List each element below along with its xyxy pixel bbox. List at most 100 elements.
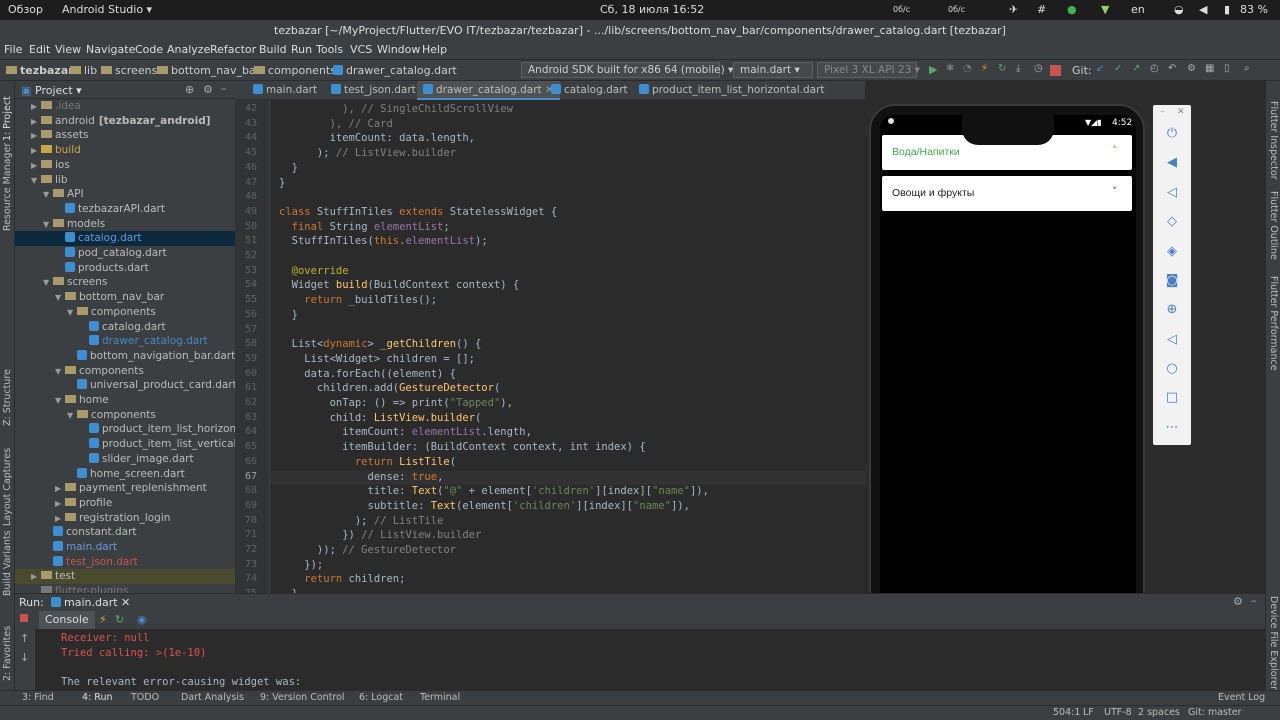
- minimize-icon[interactable]: –: [1160, 107, 1165, 117]
- tool-project[interactable]: 1: Project: [2, 96, 13, 141]
- rotate-right-icon[interactable]: ◈: [1165, 245, 1179, 259]
- avd-select[interactable]: Pixel 3 XL API 23 ▾: [817, 62, 920, 78]
- back-icon[interactable]: ◁: [1165, 333, 1179, 347]
- tool-event-log[interactable]: Event Log: [1218, 692, 1265, 703]
- stop-icon[interactable]: [1050, 65, 1061, 76]
- console-output[interactable]: Receiver: null Tried calling: >(1e-10) The…: [35, 629, 1265, 690]
- hot-restart-icon[interactable]: ↻: [115, 613, 124, 626]
- collapsed-arrow-icon[interactable]: ▶: [31, 570, 41, 584]
- tree-item[interactable]: ▶ ios: [15, 158, 235, 173]
- git-history-icon[interactable]: ◴: [1150, 63, 1161, 74]
- open-devtools-icon[interactable]: ◉: [137, 613, 147, 626]
- rotate-left-icon[interactable]: ◇: [1165, 215, 1179, 229]
- hot-reload-icon[interactable]: ⚡: [99, 613, 107, 626]
- breadcrumb-lib[interactable]: lib: [70, 64, 97, 77]
- tool-device-file-explorer[interactable]: Device File Explorer: [1268, 596, 1279, 690]
- attach-icon[interactable]: ⤓: [1016, 63, 1027, 74]
- hide-panel-icon[interactable]: –: [221, 82, 227, 95]
- wifi-icon[interactable]: ◒: [1174, 3, 1184, 16]
- tree-item[interactable]: drawer_catalog.dart: [15, 334, 235, 349]
- scroll-up-icon[interactable]: ↑: [20, 632, 29, 645]
- expanded-arrow-icon[interactable]: ▼: [67, 409, 77, 423]
- collapsed-arrow-icon[interactable]: ▶: [55, 512, 65, 526]
- menu-view[interactable]: View: [55, 43, 81, 56]
- tree-item[interactable]: bottom_navigation_bar.dart: [15, 349, 235, 364]
- locate-file-icon[interactable]: ⊕: [185, 83, 194, 96]
- device-config-select[interactable]: Android SDK built for x86 64 (mobile) ▾: [521, 62, 733, 78]
- app-menu[interactable]: Android Studio ▾: [62, 3, 152, 16]
- collapsed-arrow-icon[interactable]: ▶: [31, 100, 41, 114]
- volume-down-icon[interactable]: ◁: [1165, 186, 1179, 200]
- tree-item[interactable]: catalog.dart: [15, 320, 235, 335]
- collapsed-arrow-icon[interactable]: ▶: [31, 129, 41, 143]
- stop-run-icon[interactable]: [20, 614, 28, 622]
- expanded-arrow-icon[interactable]: ▼: [43, 276, 53, 290]
- caret-position[interactable]: 504:1: [1053, 707, 1080, 718]
- expanded-arrow-icon[interactable]: ▼: [43, 218, 53, 232]
- panel-settings-icon[interactable]: ⚙: [203, 83, 213, 96]
- more-icon[interactable]: ⋯: [1165, 421, 1179, 435]
- slack-icon[interactable]: #: [1037, 3, 1046, 16]
- line-separator[interactable]: LF: [1083, 707, 1094, 718]
- tree-item[interactable]: ▼ components: [15, 364, 235, 379]
- zoom-icon[interactable]: ⊕: [1165, 303, 1179, 317]
- run-config-select[interactable]: main.dart ▾: [733, 62, 813, 78]
- git-update-icon[interactable]: ↙: [1096, 63, 1107, 74]
- overview-icon[interactable]: □: [1165, 391, 1179, 405]
- tree-item[interactable]: pod_catalog.dart: [15, 246, 235, 261]
- tree-item[interactable]: ▼ lib: [15, 173, 235, 188]
- tree-item[interactable]: ▶ assets: [15, 128, 235, 143]
- breadcrumb-screens[interactable]: screens: [101, 64, 157, 77]
- tree-item[interactable]: tezbazarAPI.dart: [15, 202, 235, 217]
- expanded-arrow-icon[interactable]: ▼: [67, 306, 77, 320]
- volume-up-icon[interactable]: ◀: [1165, 156, 1179, 170]
- tree-item[interactable]: test_json.dart: [15, 555, 235, 570]
- tool-run[interactable]: 4: Run: [82, 692, 112, 703]
- tool-terminal[interactable]: Terminal: [420, 692, 460, 703]
- tree-item[interactable]: ▼ components: [15, 408, 235, 423]
- search-everywhere-icon[interactable]: ⌕: [1244, 63, 1255, 74]
- tree-item[interactable]: ▶ profile: [15, 496, 235, 511]
- menu-build[interactable]: Build: [259, 43, 287, 56]
- tree-item[interactable]: ▼ API: [15, 187, 235, 202]
- run-config-tab[interactable]: main.dart ✕: [51, 596, 130, 609]
- scroll-down-icon[interactable]: ↓: [20, 651, 29, 664]
- debug-icon[interactable]: ✱: [946, 63, 957, 74]
- tool-find[interactable]: 3: Find: [22, 692, 54, 703]
- tool-build-variants[interactable]: Build Variants: [2, 530, 13, 596]
- clock[interactable]: Сб, 18 июля 16:52: [600, 3, 704, 16]
- expanded-arrow-icon[interactable]: ▼: [31, 174, 41, 188]
- tool-favorites[interactable]: 2: Favorites: [2, 626, 13, 681]
- collapsed-arrow-icon[interactable]: ▶: [31, 115, 41, 129]
- menu-help[interactable]: Help: [422, 43, 447, 56]
- tree-item[interactable]: home_screen.dart: [15, 467, 235, 482]
- tree-item[interactable]: main.dart: [15, 540, 235, 555]
- tree-item[interactable]: ▼ screens: [15, 275, 235, 290]
- tree-item[interactable]: ▼ models: [15, 217, 235, 232]
- git-commit-icon[interactable]: ✓: [1114, 63, 1125, 74]
- hot-reload-icon[interactable]: ⚡: [981, 63, 992, 74]
- settings-icon[interactable]: ⚙: [1187, 63, 1198, 74]
- breadcrumb-bottom-nav-bar[interactable]: bottom_nav_bar: [157, 64, 260, 77]
- tree-item[interactable]: ▶ registration_login: [15, 511, 235, 526]
- breadcrumb-components[interactable]: components: [254, 64, 336, 77]
- console-tab[interactable]: Console: [39, 611, 95, 629]
- file-encoding[interactable]: UTF-8: [1104, 707, 1132, 718]
- tool-structure[interactable]: Z: Structure: [2, 369, 13, 426]
- run-hide-icon[interactable]: –: [1251, 594, 1257, 607]
- tool-dart-analysis[interactable]: Dart Analysis: [181, 692, 244, 703]
- expanded-arrow-icon[interactable]: ▼: [43, 188, 53, 202]
- tab-product_item_list_horizontal-dart[interactable]: product_item_list_horizontal.dart: [633, 81, 831, 100]
- tree-item[interactable]: ▶ payment_replenishment: [15, 481, 235, 496]
- telegram-icon[interactable]: ✈: [1009, 3, 1018, 16]
- profile-icon[interactable]: ◔: [963, 63, 974, 74]
- tree-item[interactable]: constant.dart: [15, 525, 235, 540]
- home-icon[interactable]: ○: [1165, 362, 1179, 376]
- menu-refactor[interactable]: Refactor: [210, 43, 256, 56]
- tree-item[interactable]: universal_product_card.dart: [15, 378, 235, 393]
- tree-item[interactable]: ▼ home: [15, 393, 235, 408]
- tree-item[interactable]: ▶ android [tezbazar_android]: [15, 114, 235, 129]
- avd-manager-icon[interactable]: ▯: [1224, 63, 1235, 74]
- volume-icon[interactable]: ◀: [1199, 3, 1207, 16]
- tree-item[interactable]: ▶ .idea: [15, 99, 235, 114]
